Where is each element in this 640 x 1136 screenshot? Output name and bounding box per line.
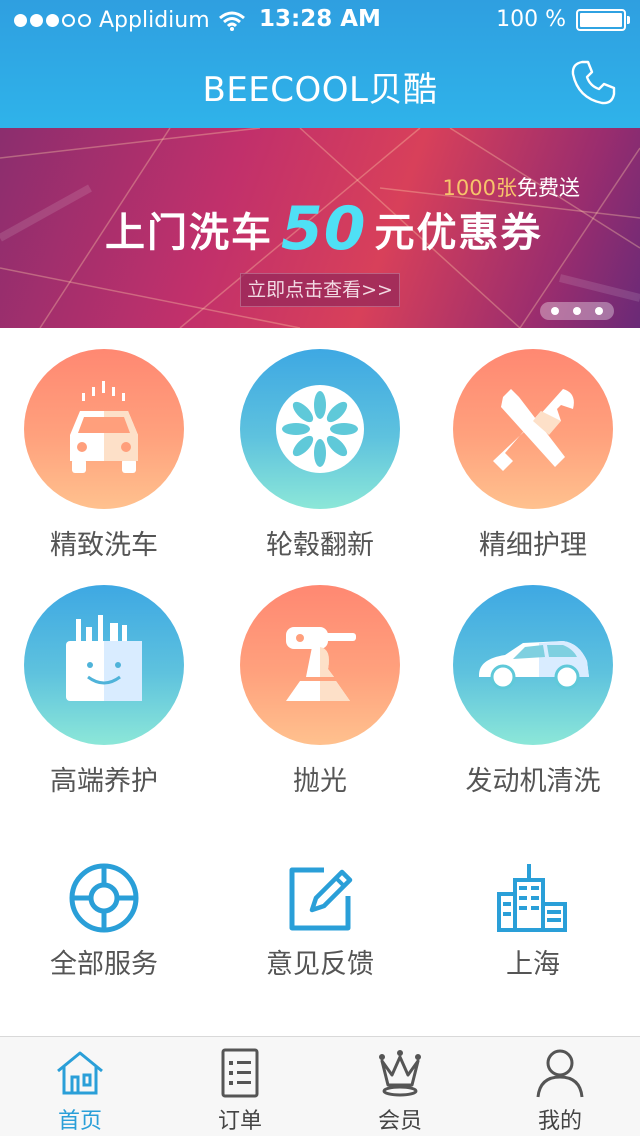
tab-orders[interactable]: 订单 [160,1037,320,1136]
care-kit-icon [24,585,184,745]
city-icon [497,864,567,932]
status-right: 100 % [496,7,630,32]
tab-label: 订单 [217,1109,262,1134]
quick-all-services[interactable]: 全部服务 [4,860,204,981]
crown-icon [379,1050,421,1097]
service-engine-wash[interactable]: 发动机清洗 [433,585,633,798]
page-title: BEECOOL贝酷 [202,70,438,110]
phone-icon[interactable] [568,58,618,108]
tab-bar: 首页 订单 会员 我的 [0,1036,640,1136]
tab-label: 会员 [377,1109,422,1134]
tab-member[interactable]: 会员 [320,1037,480,1136]
banner-title-pre: 上门洗车 [105,210,273,256]
quick-label: 上海 [506,949,560,980]
service-label: 抛光 [293,766,347,797]
service-label: 高端养护 [50,766,158,797]
tab-label: 我的 [537,1109,582,1134]
tools-icon [453,349,613,509]
edit-icon [289,867,353,931]
pager-dot [551,307,559,315]
service-car-wash[interactable]: 精致洗车 [4,349,204,562]
quick-city[interactable]: 上海 [433,860,633,981]
service-fine-care[interactable]: 精细护理 [433,349,633,562]
banner-title-number: 50 [281,194,367,264]
pager-dot [595,307,603,315]
service-label: 轮毂翻新 [266,530,374,561]
tab-label: 首页 [57,1109,102,1134]
battery-icon [576,8,630,31]
banner-title-post: 元优惠券 [374,210,543,256]
user-icon [536,1049,584,1098]
service-wheel-hub[interactable]: 轮毂翻新 [220,349,420,562]
promo-banner[interactable]: 1000张免费送 上门洗车 50 元优惠券 立即点击查看>> [0,128,640,328]
quick-label: 全部服务 [50,949,158,980]
service-premium-care[interactable]: 高端养护 [4,585,204,798]
battery-percent: 100 % [496,7,566,32]
service-label: 发动机清洗 [465,766,601,797]
status-bar: Applidium 13:28 AM 100 % [0,0,640,40]
wheel-hub-icon [240,349,400,509]
polisher-icon [240,585,400,745]
quick-feedback[interactable]: 意见反馈 [220,860,420,981]
banner-title: 上门洗车 50 元优惠券 [105,194,543,264]
service-polish[interactable]: 抛光 [220,585,420,798]
home-icon [57,1051,103,1095]
car-wash-icon [24,349,184,509]
service-label: 精细护理 [479,530,587,561]
tab-mine[interactable]: 我的 [480,1037,640,1136]
banner-page-indicator[interactable] [540,302,614,320]
tab-home[interactable]: 首页 [0,1037,160,1136]
app-header: Applidium 13:28 AM 100 % BEECOOL贝酷 [0,0,640,128]
pager-dot [573,307,581,315]
service-label: 精致洗车 [50,530,158,561]
order-list-icon [221,1048,259,1098]
banner-view-button[interactable]: 立即点击查看>> [240,273,400,307]
car-side-icon [453,585,613,745]
quick-label: 意见反馈 [266,949,374,980]
lifebuoy-icon [69,863,139,933]
